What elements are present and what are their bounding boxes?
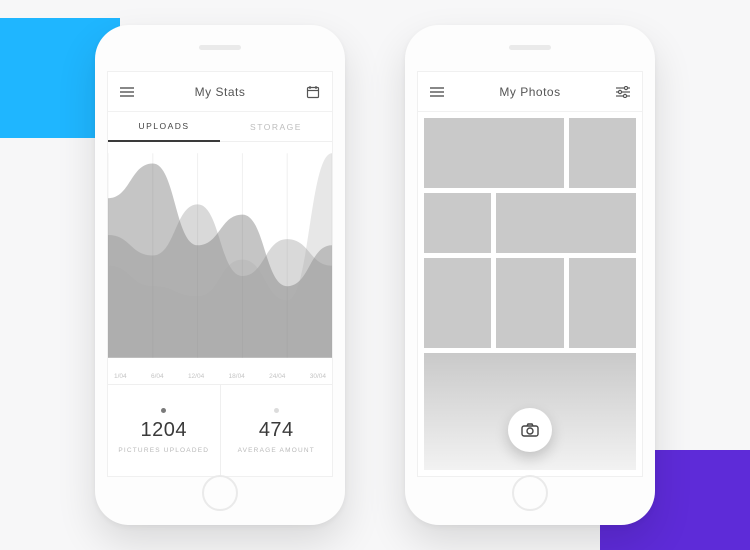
page-title: My Stats [195,85,246,99]
stat-value: 474 [259,419,294,442]
chart-x-label: 24/04 [269,373,285,380]
stat-label: AVERAGE AMOUNT [238,447,315,454]
photos-screen: My Photos [417,71,643,477]
phone-frame-stats: My Stats UPLOADS STORAGE 1/04 6/04 12/04 18… [95,25,345,525]
photo-thumbnail[interactable] [424,193,491,253]
chart-x-label: 6/04 [151,373,164,380]
stat-average-amount: 474 AVERAGE AMOUNT [220,385,333,476]
stat-label: PICTURES UPLOADED [118,447,209,454]
photo-thumbnail[interactable] [424,258,491,348]
stats-screen: My Stats UPLOADS STORAGE 1/04 6/04 12/04 18… [107,71,333,477]
calendar-icon[interactable] [306,85,320,99]
stats-topbar: My Stats [108,72,332,112]
menu-icon[interactable] [430,87,444,97]
filters-icon[interactable] [616,86,630,98]
photo-grid [418,112,642,476]
stat-value: 1204 [141,419,188,442]
tab-storage[interactable]: STORAGE [220,112,332,142]
photo-thumbnail[interactable] [496,193,636,253]
chart-x-label: 1/04 [114,373,127,380]
dot-indicator-light [274,408,279,413]
camera-button[interactable] [508,408,552,452]
chart-x-label: 12/04 [188,373,204,380]
uploads-chart: 1/04 6/04 12/04 18/04 24/04 30/04 [108,142,332,384]
stats-summary-row: 1204 PICTURES UPLOADED 474 AVERAGE AMOUN… [108,384,332,476]
page-title: My Photos [499,85,560,99]
photo-thumbnail[interactable] [424,118,564,188]
dot-indicator-dark [161,408,166,413]
photos-topbar: My Photos [418,72,642,112]
camera-icon [521,423,539,437]
chart-x-label: 30/04 [310,373,326,380]
tab-uploads[interactable]: UPLOADS [108,112,220,142]
photo-thumbnail[interactable] [569,258,636,348]
phone-frame-photos: My Photos [405,25,655,525]
stats-tabs: UPLOADS STORAGE [108,112,332,142]
stat-pictures-uploaded: 1204 PICTURES UPLOADED [108,385,220,476]
chart-x-label: 18/04 [229,373,245,380]
photo-thumbnail[interactable] [496,258,563,348]
photo-thumbnail-large[interactable] [424,353,636,470]
photo-thumbnail[interactable] [569,118,636,188]
menu-icon[interactable] [120,87,134,97]
